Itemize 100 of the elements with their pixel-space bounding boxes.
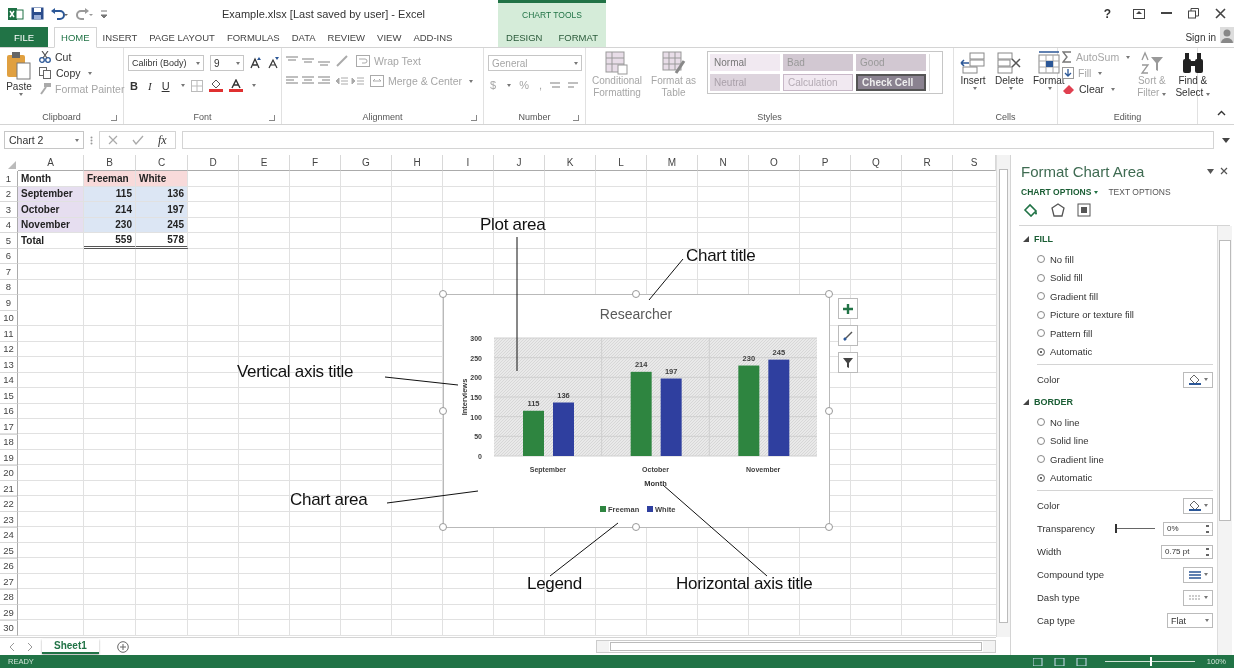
delete-cells-button[interactable]: Delete [993,51,1026,90]
borders-icon[interactable] [190,79,203,92]
italic-button[interactable]: I [145,79,154,92]
column-header[interactable]: J [494,155,545,171]
section-header[interactable]: FILL [1034,234,1053,244]
row-header[interactable]: 29 [0,605,18,621]
row-header[interactable]: 27 [0,574,18,590]
column-header[interactable]: F [290,155,341,171]
column-header[interactable]: E [239,155,290,171]
row-header[interactable]: 6 [0,248,18,264]
pane-tab[interactable]: CHART OPTIONS [1021,187,1099,197]
row-header[interactable]: 15 [0,388,18,404]
column-header[interactable]: R [902,155,953,171]
ribbon-tab[interactable]: REVIEW [321,27,372,47]
column-header[interactable]: I [443,155,494,171]
sign-in-link[interactable]: Sign in [1185,31,1216,43]
radio-icon[interactable] [1037,473,1045,482]
radio-option[interactable]: Solid line [1019,431,1217,450]
ribbon-tab[interactable]: FORMAT [552,27,604,47]
row-header[interactable]: 5 [0,233,18,249]
insert-cells-button[interactable]: Insert [958,51,988,90]
resize-handle[interactable] [439,290,447,298]
help-button[interactable]: ? [1103,6,1111,21]
row-header[interactable]: 14 [0,372,18,388]
row-header[interactable]: 1 [0,171,18,187]
expand-triangle-icon[interactable] [1023,236,1029,242]
paste-button[interactable]: Paste [4,51,34,96]
row-header[interactable]: 16 [0,403,18,419]
enter-icon[interactable] [132,135,144,145]
row-header[interactable]: 17 [0,419,18,435]
row-header[interactable]: 23 [0,512,18,528]
customize-toolbar-icon[interactable] [101,9,107,18]
user-avatar-icon[interactable] [1220,27,1234,43]
expand-formula-bar-icon[interactable] [1222,137,1230,143]
row-header[interactable]: 8 [0,279,18,295]
sheet-tab[interactable]: Sheet1 [42,639,99,654]
expand-triangle-icon[interactable] [1023,399,1029,405]
radio-option[interactable]: Pattern fill [1019,324,1217,343]
select-all-icon[interactable] [8,161,16,169]
ribbon-tab[interactable]: INSERT [96,27,144,47]
row-header[interactable]: 30 [0,620,18,636]
column-header[interactable]: H [392,155,443,171]
transparency-field[interactable]: 0% [1163,521,1213,536]
column-header[interactable]: M [647,155,698,171]
cap-type-dropdown[interactable]: Flat [1167,613,1213,628]
row-header[interactable]: 7 [0,264,18,280]
row-header[interactable]: 25 [0,543,18,559]
insert-function-button[interactable]: fx [158,132,167,148]
width-field[interactable]: 0.75 pt [1161,544,1213,559]
close-icon[interactable] [1220,167,1228,175]
minimize-icon[interactable] [1161,12,1172,15]
ribbon-tab[interactable]: VIEW [371,27,408,47]
radio-icon[interactable] [1037,347,1045,356]
grow-font-icon[interactable] [250,57,262,69]
ribbon-tab[interactable]: PAGE LAYOUT [143,27,221,47]
column-header[interactable]: P [800,155,851,171]
restore-icon[interactable] [1188,8,1199,19]
resize-handle[interactable] [632,523,640,531]
row-header[interactable]: 10 [0,310,18,326]
column-header[interactable]: L [596,155,647,171]
section-header[interactable]: BORDER [1034,397,1073,407]
ribbon-tab[interactable]: DESIGN [500,27,549,47]
pane-options-icon[interactable] [1207,168,1214,174]
fill-color-icon[interactable] [208,79,223,92]
row-header[interactable]: 28 [0,589,18,605]
radio-option[interactable]: Solid fill [1019,268,1217,287]
chart-elements-button[interactable] [838,298,858,319]
bar[interactable] [523,410,544,456]
pane-scrollbar[interactable] [1217,226,1232,655]
column-header[interactable]: N [698,155,749,171]
color-picker-button[interactable] [1183,497,1213,514]
row-header[interactable]: 19 [0,450,18,466]
radio-option[interactable]: Picture or texture fill [1019,305,1217,324]
redo-icon[interactable] [76,7,94,20]
dialog-launcher-icon[interactable] [269,115,275,121]
font-size-field[interactable]: 9 [210,55,244,71]
ribbon-tab[interactable]: FORMULAS [220,27,286,47]
copy-button[interactable]: Copy [39,67,125,79]
shrink-font-icon[interactable] [268,57,280,69]
cut-button[interactable]: Cut [39,51,125,63]
resize-handle[interactable] [825,407,833,415]
column-header[interactable]: D [188,155,239,171]
row-header[interactable]: 18 [0,434,18,450]
chart-styles-button[interactable] [838,325,858,346]
row-header[interactable]: 24 [0,527,18,543]
compound-type-button[interactable] [1183,566,1213,583]
row-header[interactable]: 12 [0,341,18,357]
resize-handle[interactable] [632,290,640,298]
ribbon-tab[interactable]: HOME [54,27,97,48]
ribbon-tab[interactable]: FILE [0,27,49,47]
ribbon-tab[interactable]: ADD-INS [407,27,459,47]
radio-option[interactable]: No fill [1019,250,1217,269]
row-header[interactable]: 9 [0,295,18,311]
bold-button[interactable]: B [128,79,140,92]
resize-handle[interactable] [825,290,833,298]
column-header[interactable]: Q [851,155,902,171]
resize-handle[interactable] [439,407,447,415]
fill-bucket-icon[interactable] [1023,203,1039,217]
collapse-ribbon-icon[interactable] [1217,110,1226,116]
row-header[interactable]: 20 [0,465,18,481]
